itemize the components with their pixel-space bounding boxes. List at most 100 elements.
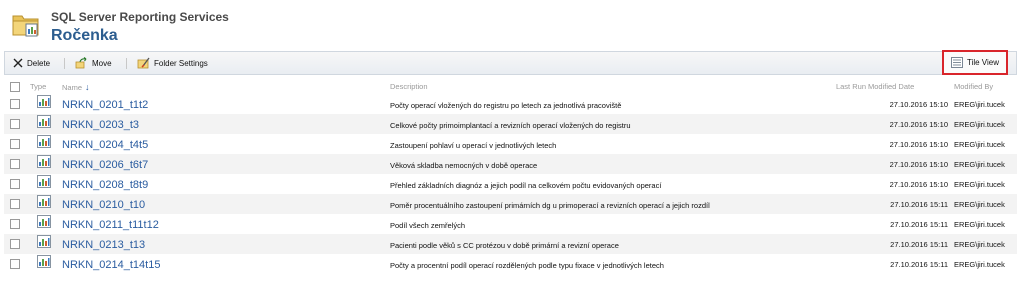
- report-icon: [37, 94, 51, 113]
- report-icon: [37, 214, 51, 233]
- report-description: Podíl všech zemřelých: [390, 221, 466, 230]
- report-name-link[interactable]: NRKN_0201_t1t2: [62, 99, 148, 111]
- report-modified-date: 27.10.2016 15:10: [868, 114, 954, 134]
- table-row: NRKN_0213_t13 Pacienti podle věků s CC pr…: [4, 234, 1017, 254]
- report-description: Zastoupení pohlaví u operací v jednotliv…: [390, 141, 557, 150]
- report-description: Věková skladba nemocných v době operace: [390, 161, 538, 170]
- report-name-link[interactable]: NRKN_0214_t14t15: [62, 259, 160, 271]
- report-icon: [37, 194, 51, 213]
- report-description: Pacienti podle věků s CC protézou v době…: [390, 241, 619, 250]
- report-last-run: [820, 254, 868, 274]
- report-modified-date: 27.10.2016 15:10: [868, 174, 954, 194]
- column-name[interactable]: Name ↓: [62, 79, 390, 94]
- sort-down-icon: ↓: [85, 81, 90, 92]
- row-checkbox[interactable]: [10, 238, 20, 249]
- tile-view-icon: [951, 57, 963, 68]
- report-modified-by: EREG\jiri.tucek: [954, 114, 1017, 134]
- report-modified-by: EREG\jiri.tucek: [954, 254, 1017, 274]
- report-name-link[interactable]: NRKN_0206_t6t7: [62, 159, 148, 171]
- report-description: Poměr procentuálního zastoupení primární…: [390, 201, 710, 210]
- report-name-link[interactable]: NRKN_0211_t11t12: [62, 219, 159, 231]
- report-table: Type Name ↓ Description Last Run Modified…: [4, 79, 1017, 274]
- report-modified-date: 27.10.2016 15:11: [868, 214, 954, 234]
- row-checkbox[interactable]: [10, 158, 20, 169]
- report-last-run: [820, 214, 868, 234]
- app-title: SQL Server Reporting Services: [51, 10, 229, 24]
- report-description: Počty a procentní podíl operací rozdělen…: [390, 261, 664, 270]
- report-modified-date: 27.10.2016 15:10: [868, 154, 954, 174]
- delete-label: Delete: [27, 58, 51, 68]
- table-row: NRKN_0203_t3 Celkové počty primoimplantac…: [4, 114, 1017, 134]
- tile-view-label: Tile View: [966, 58, 999, 67]
- report-modified-by: EREG\jiri.tucek: [954, 94, 1017, 114]
- report-icon: [37, 254, 51, 273]
- report-modified-date: 27.10.2016 15:10: [868, 134, 954, 154]
- toolbar-separator: [126, 58, 127, 69]
- folder-report-icon: [12, 15, 39, 37]
- report-modified-by: EREG\jiri.tucek: [954, 154, 1017, 174]
- row-checkbox[interactable]: [10, 138, 20, 149]
- move-icon: [75, 57, 87, 69]
- select-all-checkbox[interactable]: [10, 81, 20, 92]
- move-button[interactable]: Move: [75, 52, 112, 74]
- column-name-label: Name: [62, 82, 83, 92]
- report-last-run: [820, 134, 868, 154]
- delete-button[interactable]: Delete: [13, 52, 50, 74]
- folder-settings-icon: [137, 57, 150, 69]
- row-checkbox[interactable]: [10, 98, 20, 109]
- report-name-link[interactable]: NRKN_0213_t13: [62, 239, 145, 251]
- report-description: Počty operací vložených do registru po l…: [390, 101, 622, 110]
- table-row: NRKN_0204_t4t5 Zastoupení pohlaví u opera…: [4, 134, 1017, 154]
- column-modified-date[interactable]: Modified Date: [868, 79, 954, 94]
- report-name-link[interactable]: NRKN_0204_t4t5: [62, 139, 148, 151]
- row-checkbox[interactable]: [10, 258, 20, 269]
- report-modified-by: EREG\jiri.tucek: [954, 194, 1017, 214]
- table-row: NRKN_0214_t14t15 Počty a procentní podíl …: [4, 254, 1017, 274]
- report-modified-by: EREG\jiri.tucek: [954, 214, 1017, 234]
- report-modified-date: 27.10.2016 15:11: [868, 254, 954, 274]
- report-modified-by: EREG\jiri.tucek: [954, 174, 1017, 194]
- header: SQL Server Reporting Services Ročenka: [0, 0, 1024, 50]
- column-last-run[interactable]: Last Run: [820, 79, 868, 94]
- report-icon: [37, 234, 51, 253]
- page-title: Ročenka: [51, 27, 118, 44]
- row-checkbox[interactable]: [10, 118, 20, 129]
- report-icon: [37, 114, 51, 133]
- report-description: Přehled základních diagnóz a jejich podí…: [390, 181, 662, 190]
- move-label: Move: [92, 58, 112, 68]
- report-last-run: [820, 194, 868, 214]
- folder-settings-button[interactable]: Folder Settings: [137, 52, 208, 74]
- report-modified-date: 27.10.2016 15:10: [868, 94, 954, 114]
- row-checkbox[interactable]: [10, 218, 20, 229]
- report-name-link[interactable]: NRKN_0203_t3: [62, 119, 139, 131]
- table-row: NRKN_0206_t6t7 Věková skladba nemocných v…: [4, 154, 1017, 174]
- table-row: NRKN_0201_t1t2 Počty operací vložených do…: [4, 94, 1017, 114]
- table-row: NRKN_0210_t10 Poměr procentuálního zastou…: [4, 194, 1017, 214]
- report-modified-date: 27.10.2016 15:11: [868, 194, 954, 214]
- report-modified-by: EREG\jiri.tucek: [954, 234, 1017, 254]
- table-row: NRKN_0208_t8t9 Přehled základních diagnóz…: [4, 174, 1017, 194]
- toolbar: Delete Move Folder Settings: [4, 51, 1017, 75]
- report-last-run: [820, 174, 868, 194]
- report-icon: [37, 134, 51, 153]
- report-icon: [37, 174, 51, 193]
- report-modified-date: 27.10.2016 15:11: [868, 234, 954, 254]
- column-modified-by[interactable]: Modified By: [954, 79, 1017, 94]
- tile-view-button[interactable]: Tile View: [942, 50, 1008, 75]
- report-last-run: [820, 234, 868, 254]
- report-modified-by: EREG\jiri.tucek: [954, 134, 1017, 154]
- table-header: Type Name ↓ Description Last Run Modified…: [4, 79, 1017, 94]
- row-checkbox[interactable]: [10, 198, 20, 209]
- column-type[interactable]: Type: [30, 79, 62, 94]
- folder-settings-label: Folder Settings: [154, 58, 208, 68]
- report-icon: [37, 154, 51, 173]
- toolbar-separator: [64, 58, 65, 69]
- report-name-link[interactable]: NRKN_0210_t10: [62, 199, 145, 211]
- report-name-link[interactable]: NRKN_0208_t8t9: [62, 179, 148, 191]
- table-row: NRKN_0211_t11t12 Podíl všech zemřelých 27.…: [4, 214, 1017, 234]
- report-last-run: [820, 154, 868, 174]
- delete-icon: [13, 58, 23, 68]
- column-description[interactable]: Description: [390, 79, 820, 94]
- row-checkbox[interactable]: [10, 178, 20, 189]
- report-description: Celkové počty primoimplantací a revizníc…: [390, 121, 631, 130]
